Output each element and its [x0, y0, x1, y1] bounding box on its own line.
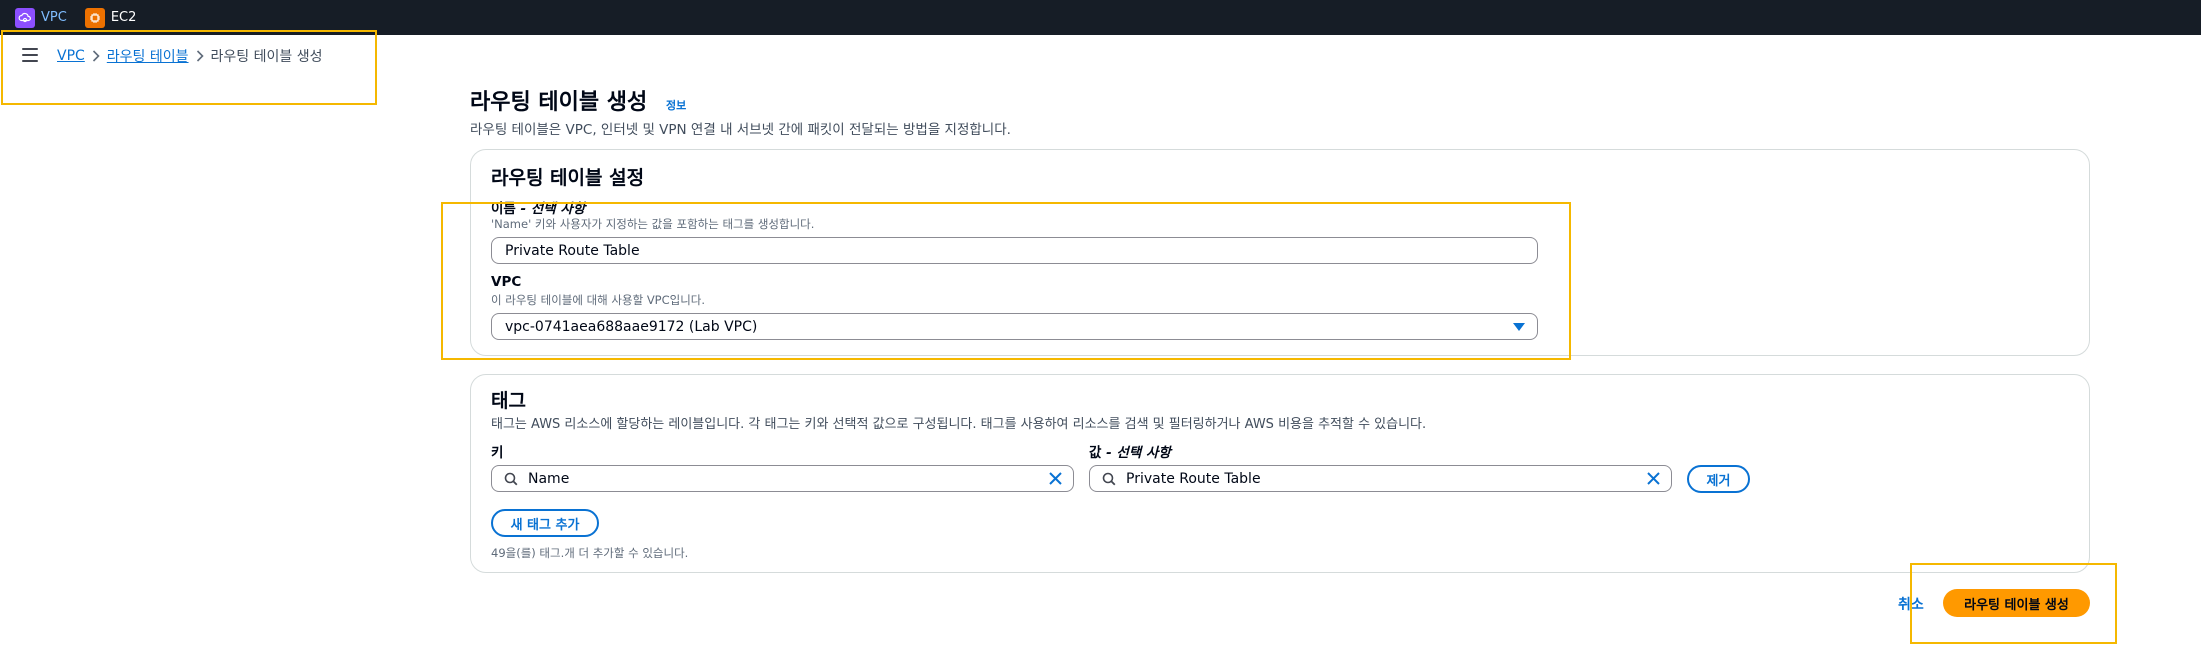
tags-panel: 태그 태그는 AWS 리소스에 할당하는 레이블입니다. 각 태그는 키와 선택…: [470, 374, 2090, 573]
tag-key-input[interactable]: Name: [491, 465, 1074, 492]
tags-description: 태그는 AWS 리소스에 할당하는 레이블입니다. 각 태그는 키와 선택적 값…: [491, 417, 1427, 432]
search-icon: [504, 472, 518, 490]
ec2-icon: [84, 7, 105, 28]
info-link[interactable]: 정보: [666, 97, 686, 113]
clear-icon[interactable]: [1646, 471, 1661, 490]
service-label-ec2: EC2: [110, 10, 137, 25]
search-icon: [1102, 472, 1116, 490]
tag-value-label: 값 - 선택 사항: [1089, 445, 1171, 461]
tags-panel-title: 태그: [491, 390, 526, 412]
settings-panel-title: 라우팅 테이블 설정: [491, 167, 645, 189]
clear-icon[interactable]: [1048, 471, 1063, 490]
tag-key-label: 키: [491, 445, 504, 461]
remove-tag-button[interactable]: 제거: [1687, 465, 1750, 493]
tag-value-input[interactable]: Private Route Table: [1089, 465, 1672, 492]
page-description: 라우팅 테이블은 VPC, 인터넷 및 VPN 연결 내 서브넷 간에 패킷이 …: [470, 122, 1011, 138]
service-shortcut-vpc[interactable]: VPC: [15, 7, 67, 28]
vpc-icon: [15, 7, 35, 28]
highlight-box-create: [1910, 563, 2117, 644]
highlight-box-breadcrumb: [1, 30, 377, 105]
tags-remaining-hint: 49을(를) 태그.개 더 추가할 수 있습니다.: [491, 546, 689, 560]
page-title: 라우팅 테이블 생성: [470, 90, 648, 115]
add-tag-button[interactable]: 새 태그 추가: [491, 509, 599, 537]
service-shortcut-ec2[interactable]: EC2: [84, 7, 137, 28]
highlight-box-settings: [441, 202, 1571, 360]
service-label-vpc: VPC: [41, 10, 67, 25]
